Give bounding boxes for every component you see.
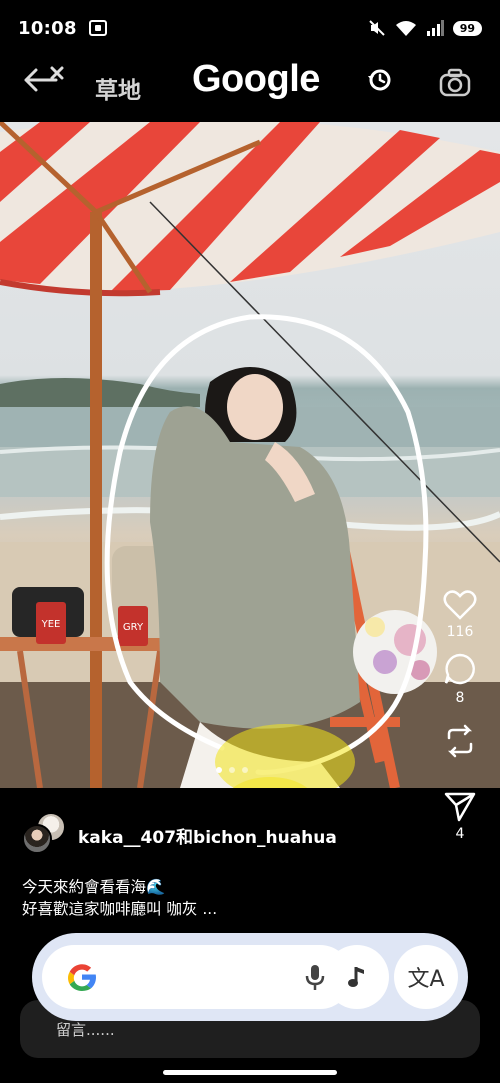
- status-time: 10:08: [18, 17, 77, 39]
- like-count: 116: [446, 624, 474, 640]
- post-authors[interactable]: kaka__407和bichon_huahua: [78, 823, 337, 848]
- post-action-rail: 116 8 4: [434, 590, 486, 854]
- translate-icon: 文A: [407, 967, 445, 992]
- like-action[interactable]: 116: [443, 590, 477, 640]
- cup-right-label: GRY: [123, 622, 144, 633]
- search-input[interactable]: [42, 945, 352, 1009]
- carousel-dot: [216, 767, 222, 773]
- google-g-icon: [68, 964, 96, 991]
- status-bar: 10:08 99: [0, 0, 500, 56]
- comment-placeholder[interactable]: 留言......: [56, 1019, 115, 1040]
- carousel-dots: [216, 767, 248, 773]
- carousel-dot: [229, 767, 235, 773]
- battery-indicator: 99: [452, 20, 482, 36]
- back-close-icon[interactable]: [20, 62, 68, 96]
- status-right-icons: 99: [368, 19, 482, 37]
- lens-search-bar: 文A: [32, 933, 468, 1021]
- history-icon[interactable]: [365, 66, 393, 94]
- repost-icon: [447, 724, 473, 758]
- beach-scene-image: YEE GRY: [0, 122, 500, 788]
- comment-bubble-icon: [444, 653, 475, 685]
- share-action[interactable]: 4: [443, 790, 477, 842]
- music-note-icon: [348, 967, 364, 987]
- avatar: [22, 824, 52, 854]
- share-send-icon: [444, 792, 476, 822]
- home-indicator[interactable]: [163, 1070, 337, 1075]
- share-count: 4: [455, 826, 465, 842]
- post-caption[interactable]: 今天來約會看看海🌊 好喜歡這家咖啡廳叫 咖灰 ...: [22, 876, 217, 920]
- lens-photo[interactable]: YEE GRY: [0, 122, 500, 788]
- caption-line: 好喜歡這家咖啡廳叫 咖灰 ...: [22, 900, 218, 918]
- repost-action[interactable]: [443, 724, 477, 758]
- screenshot-icon: [88, 20, 107, 36]
- avatar-stack: [22, 812, 70, 858]
- music-search-button[interactable]: [325, 945, 389, 1009]
- search-query-label[interactable]: 草地: [95, 71, 141, 105]
- mute-icon: [368, 20, 385, 36]
- comment-action[interactable]: 8: [443, 652, 477, 706]
- cup-left-label: YEE: [41, 619, 61, 630]
- wifi-icon: [395, 21, 416, 36]
- post-author-row[interactable]: kaka__407和bichon_huahua: [22, 812, 337, 858]
- camera-icon[interactable]: [438, 66, 472, 100]
- signal-icon: [426, 20, 444, 36]
- caption-line: 今天來約會看看海🌊: [22, 878, 166, 896]
- carousel-dot: [242, 767, 248, 773]
- heart-icon: [443, 590, 477, 620]
- comment-count: 8: [455, 690, 465, 706]
- google-logo: Google: [192, 58, 320, 100]
- translate-button[interactable]: 文A: [394, 945, 458, 1009]
